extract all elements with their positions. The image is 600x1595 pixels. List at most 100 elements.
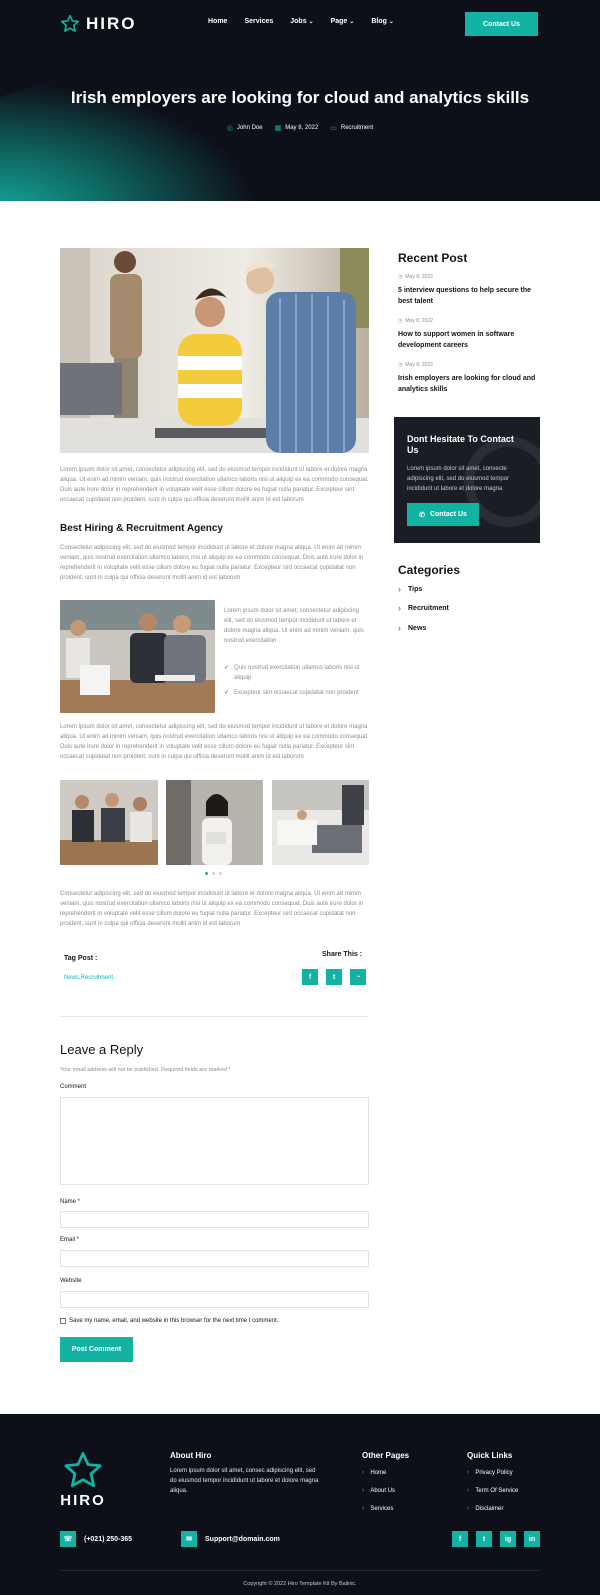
footer-divider	[60, 1570, 540, 1571]
side-text: Lorem ipsum dolor sit amet, consectetur …	[224, 608, 364, 644]
cta-button-label: Contact Us	[429, 511, 467, 518]
email-label: Email *	[60, 1237, 80, 1243]
meta-date: ▦ May 8, 2022	[275, 124, 319, 132]
footer-link-services[interactable]: › Services	[362, 1505, 393, 1512]
footer-link-label: Services	[370, 1505, 394, 1512]
author-name: John Doe	[236, 125, 263, 131]
recent-post-link[interactable]: 5 interview questions to help secure the…	[398, 285, 538, 307]
website-label: Website	[60, 1278, 82, 1284]
recent-post-item[interactable]: ◷ May 8, 2022 How to support women in sof…	[398, 318, 538, 351]
nav-services[interactable]: Services	[244, 18, 273, 25]
footer-link-disclaimer[interactable]: › Disclaimer	[467, 1505, 503, 1512]
gallery-image-2[interactable]	[166, 780, 263, 865]
category-label: Tips	[408, 585, 423, 593]
gallery-pagination	[205, 872, 222, 875]
facebook-icon[interactable]: f	[452, 1531, 468, 1547]
website-input[interactable]	[60, 1291, 369, 1308]
clock-icon: ◷	[398, 362, 403, 368]
footer-brand-name: HIRO	[60, 1492, 106, 1509]
footer-email-address: Support@domain.com	[205, 1535, 280, 1543]
footer-phone-number: (+021) 250-365	[84, 1535, 133, 1543]
hero-header: HIRO Home Services Jobs ⌄ Page ⌄ Blog ⌄ …	[0, 0, 600, 201]
tag-links[interactable]: News,Recruitment	[64, 975, 113, 981]
check-icon: ✓	[224, 665, 230, 671]
footer-link-label: Term Of Service	[475, 1487, 519, 1494]
check-item-text: Quis nostrud exercitation ullamco labori…	[234, 665, 360, 681]
save-info-checkbox[interactable]	[60, 1318, 66, 1324]
pagination-dot-active[interactable]	[205, 872, 208, 875]
footer-link-label: Disclaimer	[475, 1505, 504, 1512]
user-icon: ◎	[226, 125, 233, 132]
meta-category[interactable]: ▭ Recruitment	[330, 124, 373, 132]
gallery-image-3[interactable]	[272, 780, 369, 865]
share-label: Share This :	[322, 951, 363, 958]
header-contact-button[interactable]: Contact Us	[465, 12, 538, 36]
article-para-4: Consectetur adipiscing elit, sed do eius…	[60, 891, 364, 927]
category-item-news[interactable]: › News	[398, 623, 426, 633]
nav-jobs-label: Jobs	[290, 18, 307, 25]
post-date: May 8, 2022	[285, 125, 319, 131]
twitter-icon[interactable]: t	[326, 969, 342, 985]
meeting-image	[60, 600, 215, 713]
name-label: Name *	[60, 1199, 81, 1205]
clock-icon: ◷	[398, 318, 403, 324]
chevron-down-icon: ⌄	[308, 19, 314, 25]
check-icon: ✓	[224, 690, 230, 696]
nav-blog[interactable]: Blog ⌄	[371, 18, 394, 25]
recent-post-item[interactable]: ◷ May 8, 2022 Irish employers are looking…	[398, 362, 538, 395]
cta-contact-button[interactable]: ✆ Contact Us	[407, 503, 479, 526]
linkedin-icon[interactable]: in	[524, 1531, 540, 1547]
footer-link-home[interactable]: › Home	[362, 1469, 386, 1476]
chevron-right-icon: ›	[398, 623, 401, 633]
gallery-image-1[interactable]	[60, 780, 158, 865]
brand-logo[interactable]: HIRO	[60, 14, 137, 34]
footer-logo[interactable]: HIRO	[60, 1450, 106, 1509]
recent-post-link[interactable]: Irish employers are looking for cloud an…	[398, 373, 538, 395]
pagination-dot[interactable]	[212, 872, 215, 875]
footer-link-privacy[interactable]: › Privacy Policy	[467, 1469, 513, 1476]
quick-links-title: Quick Links	[467, 1451, 513, 1460]
email-input[interactable]	[60, 1250, 369, 1267]
twitter-icon[interactable]: t	[476, 1531, 492, 1547]
meta-author[interactable]: ◎ John Doe	[227, 124, 263, 132]
instagram-icon[interactable]: ig	[500, 1531, 516, 1547]
category-item-tips[interactable]: › Tips	[398, 584, 422, 594]
cta-title: Dont Hesitate To Contact Us	[407, 434, 514, 455]
footer-email[interactable]: ✉ Support@domain.com	[181, 1531, 280, 1547]
post-meta: ◎ John Doe ▦ May 8, 2022 ▭ Recruitment	[0, 124, 600, 132]
whatsapp-icon[interactable]: ◔	[350, 969, 366, 985]
nav-blog-label: Blog	[371, 18, 387, 25]
nav-page-label: Page	[330, 18, 348, 25]
nav-jobs[interactable]: Jobs ⌄	[290, 18, 313, 25]
comment-textarea[interactable]	[60, 1097, 369, 1185]
post-comment-button[interactable]: Post Comment	[60, 1337, 133, 1362]
chevron-right-icon: ›	[467, 1505, 470, 1512]
chevron-right-icon: ›	[398, 584, 401, 594]
chevron-right-icon: ›	[362, 1469, 365, 1476]
category-label: News	[408, 624, 427, 632]
recent-post-date: ◷ May 8, 2022	[398, 274, 538, 280]
recent-post-date-text: May 8, 2022	[405, 318, 433, 324]
chevron-down-icon: ⌄	[349, 19, 355, 25]
category-item-recruitment[interactable]: › Recruitment	[398, 603, 449, 613]
reply-note: Your email address will not be published…	[60, 1067, 231, 1073]
nav-home[interactable]: Home	[208, 18, 227, 25]
recent-post-item[interactable]: ◷ May 8, 2022 5 interview questions to he…	[398, 274, 538, 307]
pagination-dot[interactable]	[219, 872, 222, 875]
footer-link-about[interactable]: › About Us	[362, 1487, 395, 1494]
recent-post-date-text: May 8, 2022	[405, 362, 433, 368]
category-label: Recruitment	[408, 604, 449, 612]
footer-phone[interactable]: ☏ (+021) 250-365	[60, 1531, 132, 1547]
name-input[interactable]	[60, 1211, 369, 1228]
footer-link-label: Privacy Policy	[475, 1469, 513, 1476]
recent-post-link[interactable]: How to support women in software develop…	[398, 329, 538, 351]
featured-image	[60, 248, 369, 453]
footer-link-terms[interactable]: › Term Of Service	[467, 1487, 518, 1494]
chevron-right-icon: ›	[398, 603, 401, 613]
footer-social: f t ig in	[452, 1531, 540, 1547]
footer: HIRO About Hiro Lorem ipsum dolor sit am…	[0, 1414, 600, 1595]
facebook-icon[interactable]: f	[302, 969, 318, 985]
categories-title: Categories	[398, 563, 461, 577]
calendar-icon: ▦	[274, 125, 282, 132]
nav-page[interactable]: Page ⌄	[331, 18, 355, 25]
